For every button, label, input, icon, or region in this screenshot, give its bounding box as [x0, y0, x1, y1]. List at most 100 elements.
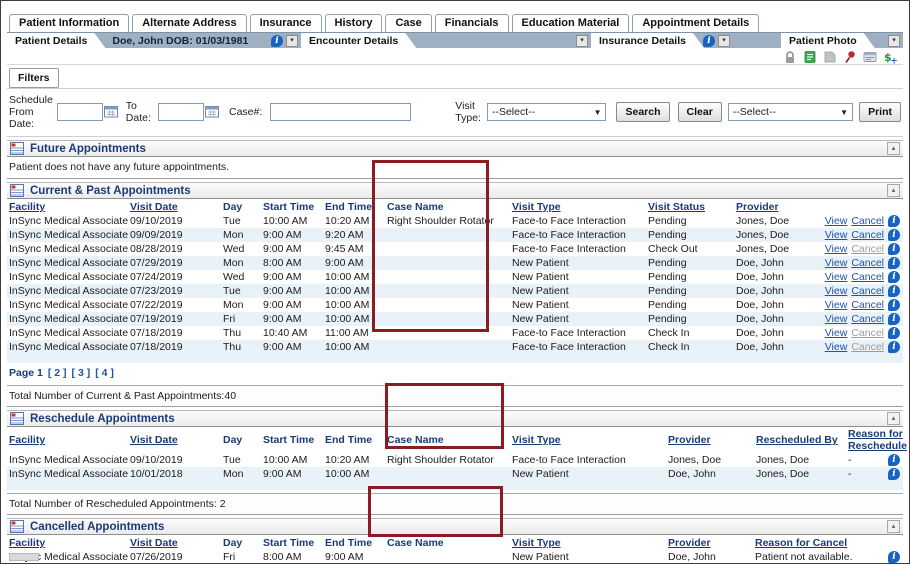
- row-info-icon[interactable]: [888, 271, 900, 283]
- cell-day: Tue: [221, 453, 261, 467]
- row-info-icon[interactable]: [888, 327, 900, 339]
- tab-case[interactable]: Case: [385, 14, 431, 32]
- collapse-icon[interactable]: [887, 520, 900, 533]
- encounter-details-dropdown-icon[interactable]: [576, 35, 588, 47]
- case-number-input[interactable]: [270, 103, 411, 121]
- tab-history[interactable]: History: [325, 14, 383, 32]
- appointment-row: InSync Medical Associates 09/10/2019 Tue…: [7, 453, 903, 467]
- view-link[interactable]: View: [825, 298, 848, 312]
- page-link-2[interactable]: [ 2 ]: [48, 367, 67, 379]
- cancel-link[interactable]: Cancel: [851, 298, 884, 312]
- column-header-visit-type[interactable]: Visit Type: [510, 537, 666, 549]
- tag-icon[interactable]: [823, 50, 837, 64]
- column-header-visit-status[interactable]: Visit Status: [646, 201, 734, 213]
- column-header-facility[interactable]: Facility: [7, 434, 128, 446]
- page-link-4[interactable]: [ 4 ]: [95, 367, 114, 379]
- tab-appointment-details[interactable]: Appointment Details: [632, 14, 759, 32]
- appointment-row: InSync Medical Associates 07/26/2019 Fri…: [7, 550, 903, 564]
- view-link[interactable]: View: [825, 256, 848, 270]
- view-link[interactable]: View: [825, 242, 848, 256]
- cell-start-time: 8:00 AM: [261, 550, 323, 564]
- tab-alternate-address[interactable]: Alternate Address: [132, 14, 246, 32]
- schedule-from-calendar-icon[interactable]: [104, 104, 118, 120]
- collapse-icon[interactable]: [887, 184, 900, 197]
- cancel-link[interactable]: Cancel: [851, 326, 884, 340]
- card-icon[interactable]: [863, 50, 877, 64]
- row-info-icon[interactable]: [888, 313, 900, 325]
- collapse-icon[interactable]: [887, 142, 900, 155]
- column-header-provider[interactable]: Provider: [666, 537, 753, 549]
- column-header-visit-type[interactable]: Visit Type: [510, 201, 646, 213]
- to-date-input[interactable]: [158, 103, 204, 121]
- view-link[interactable]: View: [825, 340, 848, 354]
- column-header-visit-date[interactable]: Visit Date: [128, 201, 221, 213]
- visit-type-select[interactable]: --Select-- ▼: [487, 103, 607, 121]
- insurance-info-icon[interactable]: [703, 35, 715, 47]
- column-header-visit-type[interactable]: Visit Type: [510, 434, 666, 446]
- report-select[interactable]: --Select-- ▼: [728, 103, 853, 121]
- encounter-details-tab[interactable]: Encounter Details: [301, 33, 416, 48]
- view-link[interactable]: View: [825, 312, 848, 326]
- cancel-link[interactable]: Cancel: [851, 340, 884, 354]
- row-info-icon[interactable]: [888, 257, 900, 269]
- view-link[interactable]: View: [825, 228, 848, 242]
- cancel-link[interactable]: Cancel: [851, 228, 884, 242]
- insurance-details-tab[interactable]: Insurance Details: [591, 33, 704, 48]
- to-date-calendar-icon[interactable]: [205, 104, 219, 120]
- tab-education-material[interactable]: Education Material: [512, 14, 630, 32]
- view-link[interactable]: View: [825, 270, 848, 284]
- row-info-icon[interactable]: [888, 454, 900, 466]
- column-header-provider[interactable]: Provider: [666, 434, 754, 446]
- report-selected-value: --Select--: [733, 106, 776, 118]
- cancel-link[interactable]: Cancel: [851, 284, 884, 298]
- view-link[interactable]: View: [825, 214, 848, 228]
- patient-details-tab[interactable]: Patient Details: [7, 33, 105, 48]
- row-info-icon[interactable]: [888, 229, 900, 241]
- row-info-icon[interactable]: [888, 243, 900, 255]
- print-button[interactable]: Print: [859, 102, 901, 122]
- schedule-from-label: Schedule From Date:: [9, 94, 53, 130]
- cell-visit-date: 08/28/2019: [128, 242, 221, 256]
- tab-insurance[interactable]: Insurance: [250, 14, 322, 32]
- tab-financials[interactable]: Financials: [435, 14, 509, 32]
- cancel-link[interactable]: Cancel: [851, 312, 884, 326]
- lock-icon[interactable]: [783, 50, 797, 64]
- column-header-facility[interactable]: Facility: [7, 201, 128, 213]
- cancel-link[interactable]: Cancel: [851, 256, 884, 270]
- column-header-visit-date[interactable]: Visit Date: [128, 537, 221, 549]
- insurance-details-dropdown-icon[interactable]: [718, 35, 730, 47]
- patient-details-dropdown-icon[interactable]: [286, 35, 298, 47]
- column-header-facility[interactable]: Facility: [7, 537, 128, 549]
- patient-photo-dropdown-icon[interactable]: [888, 35, 900, 47]
- cancel-link[interactable]: Cancel: [851, 242, 884, 256]
- collapse-icon[interactable]: [887, 412, 900, 425]
- filters-toggle-button[interactable]: Filters: [9, 68, 59, 88]
- column-header-visit-date[interactable]: Visit Date: [128, 434, 221, 446]
- pin-icon[interactable]: [843, 50, 857, 64]
- view-link[interactable]: View: [825, 284, 848, 298]
- cancel-link[interactable]: Cancel: [851, 214, 884, 228]
- search-button[interactable]: Search: [616, 102, 669, 122]
- patient-photo-tab[interactable]: Patient Photo: [781, 33, 875, 48]
- row-info-icon[interactable]: [888, 551, 900, 563]
- page-link-3[interactable]: [ 3 ]: [72, 367, 91, 379]
- column-header-reason-for-cancel[interactable]: Reason for Cancel: [753, 537, 903, 549]
- tab-patient-information[interactable]: Patient Information: [9, 14, 129, 32]
- cancel-link[interactable]: Cancel: [851, 270, 884, 284]
- column-header-rescheduled-by[interactable]: Rescheduled By: [754, 434, 846, 446]
- row-info-icon[interactable]: [888, 299, 900, 311]
- clear-button[interactable]: Clear: [678, 102, 722, 122]
- row-info-icon[interactable]: [888, 215, 900, 227]
- view-link[interactable]: View: [825, 326, 848, 340]
- charges-icon[interactable]: $+: [883, 50, 897, 64]
- column-header-provider[interactable]: Provider: [734, 201, 812, 213]
- patient-info-icon[interactable]: [271, 35, 283, 47]
- column-header-reason-for-reschedule[interactable]: Reason for Reschedule: [846, 428, 909, 452]
- cell-end-time: 10:00 AM: [323, 284, 385, 298]
- cell-facility: InSync Medical Associates: [7, 326, 128, 340]
- row-info-icon[interactable]: [888, 285, 900, 297]
- row-info-icon[interactable]: [888, 341, 900, 353]
- row-info-icon[interactable]: [888, 468, 900, 480]
- schedule-from-input[interactable]: [57, 103, 103, 121]
- notes-icon[interactable]: [803, 50, 817, 64]
